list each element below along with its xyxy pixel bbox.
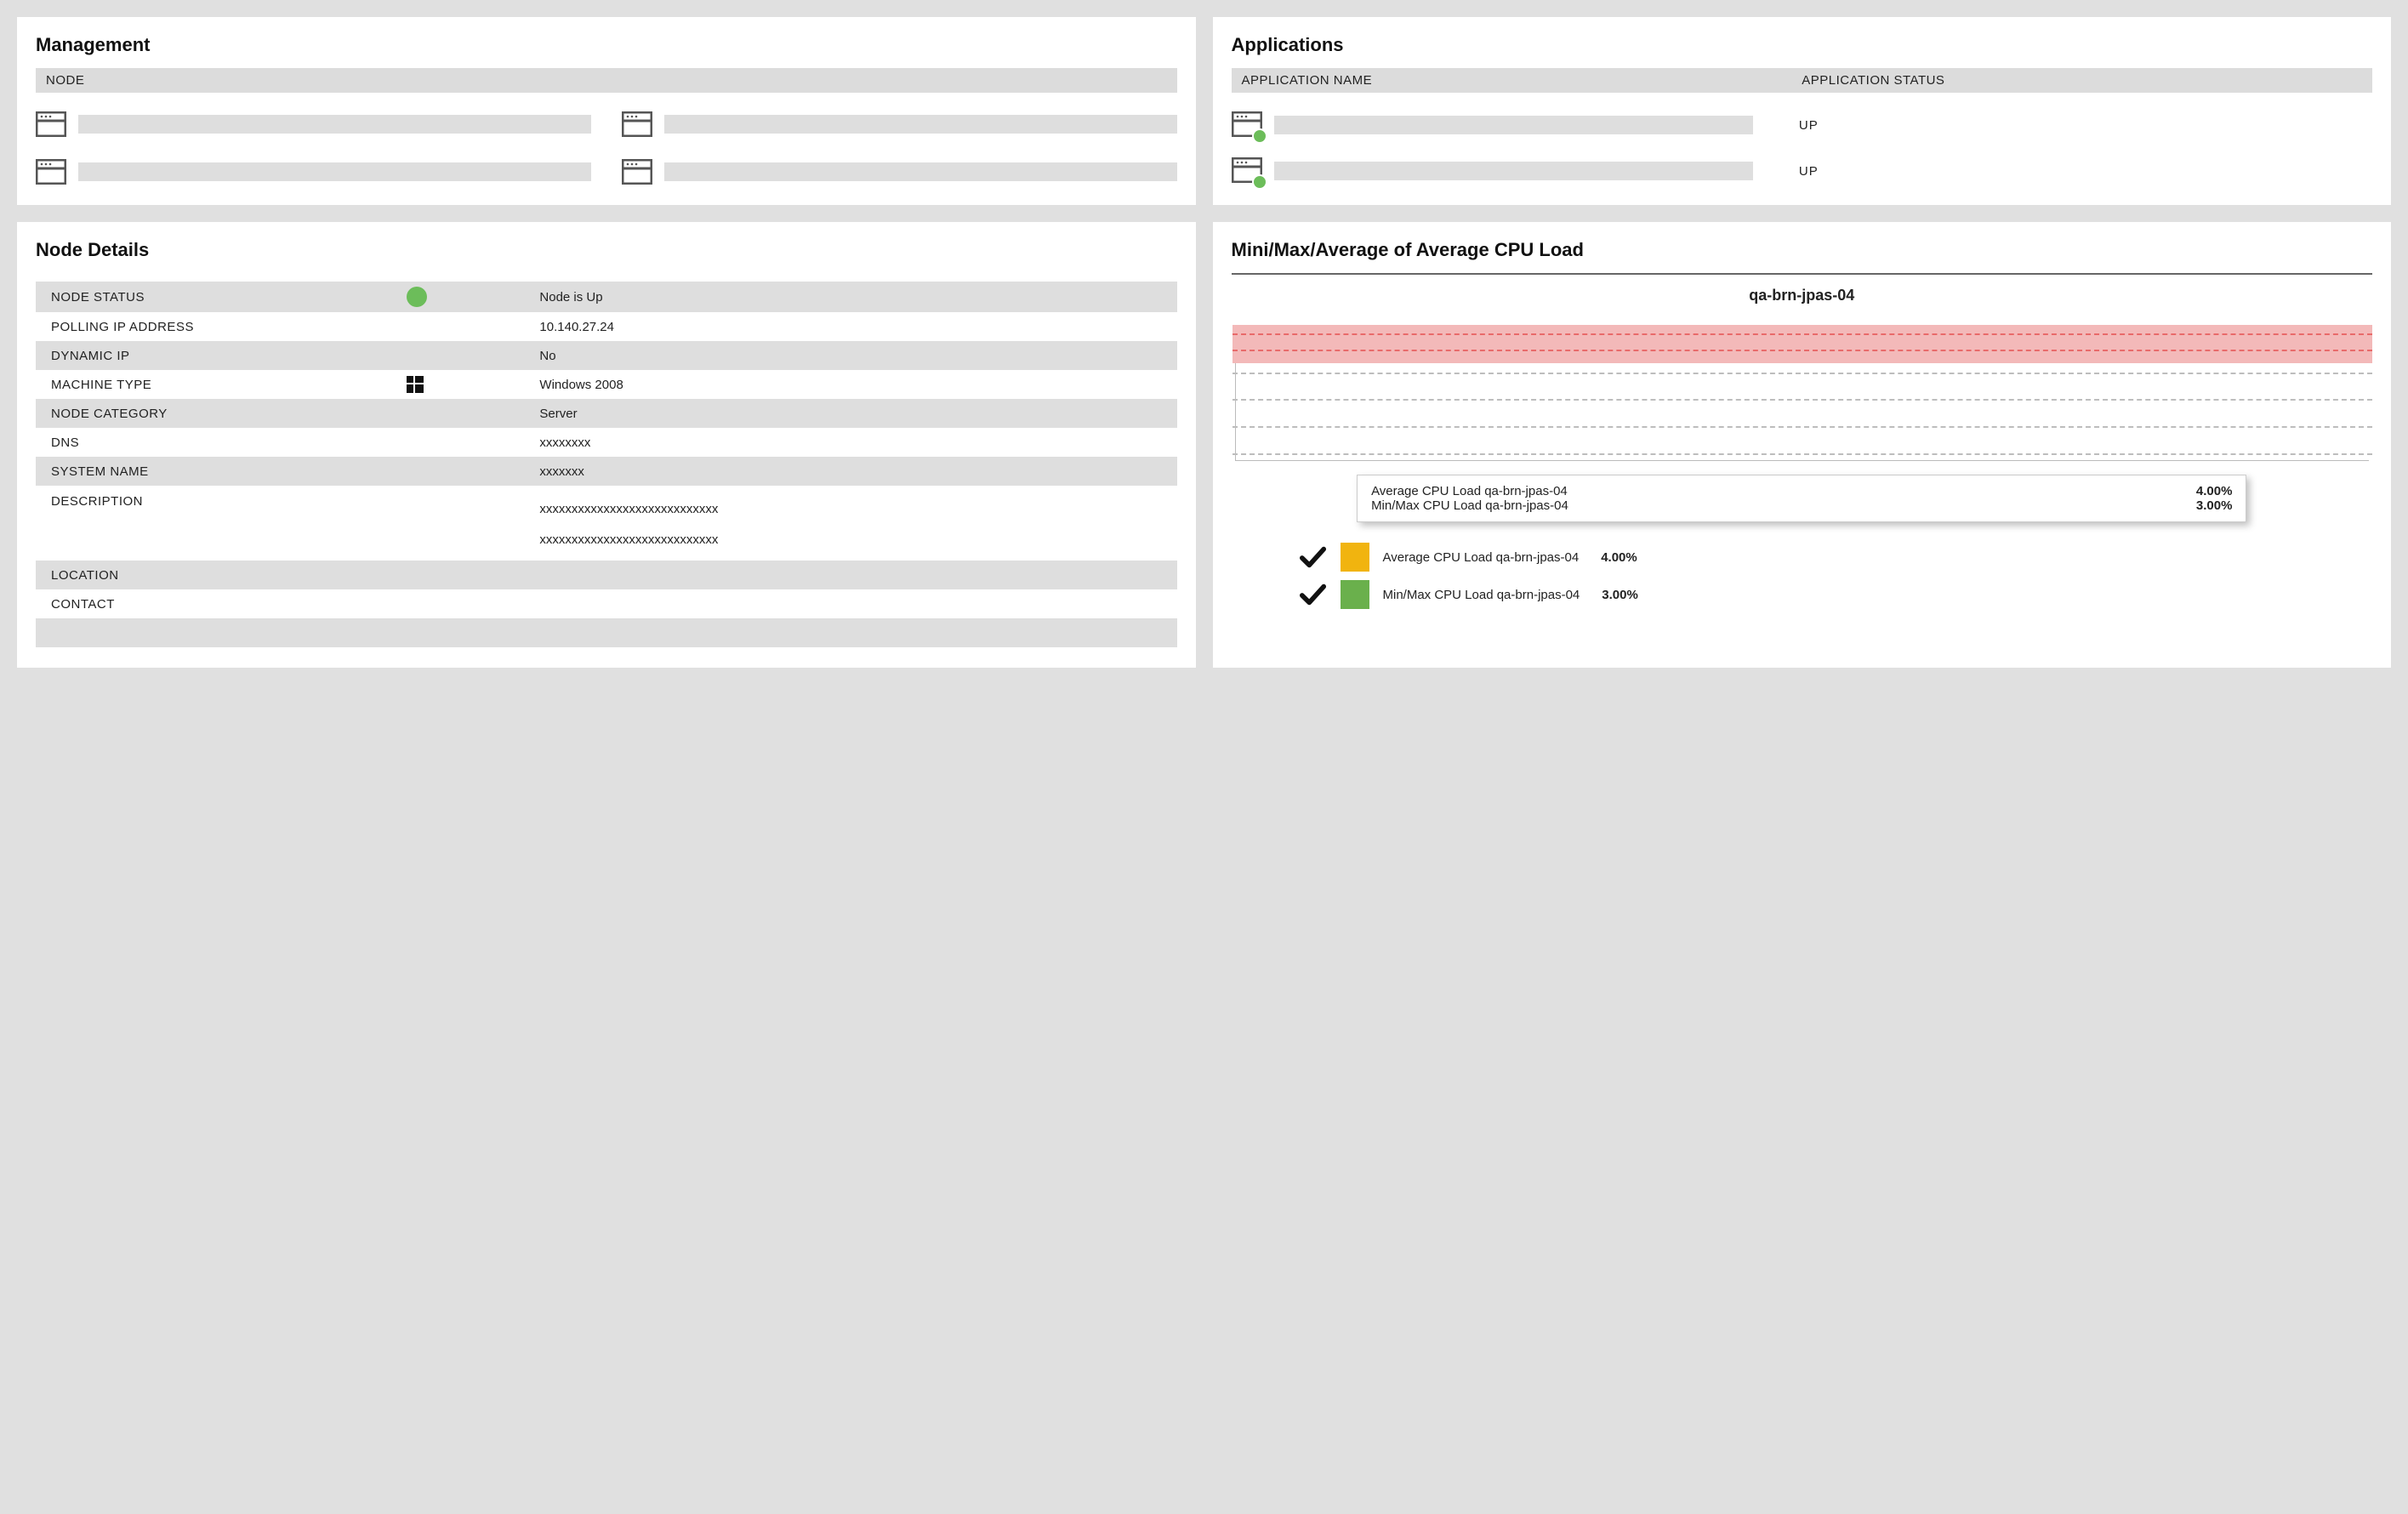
- applications-col-status: APPLICATION STATUS: [1802, 73, 2362, 88]
- status-dot-icon: [407, 287, 427, 307]
- detail-label: DNS: [51, 435, 407, 450]
- description-line: xxxxxxxxxxxxxxxxxxxxxxxxxxxx: [539, 525, 1161, 555]
- legend-swatch: [1341, 580, 1369, 609]
- application-icon: [1232, 157, 1262, 185]
- application-name-placeholder: [1274, 162, 1753, 180]
- detail-row-status: NODE STATUS Node is Up: [36, 282, 1177, 312]
- detail-label: SYSTEM NAME: [51, 464, 407, 479]
- cpu-subtitle: qa-brn-jpas-04: [1232, 287, 2373, 305]
- detail-value: No: [539, 349, 1161, 363]
- detail-row-blank: [36, 618, 1177, 647]
- tooltip-value: 4.00%: [2196, 484, 2233, 498]
- detail-label: NODE CATEGORY: [51, 407, 407, 421]
- detail-label: NODE STATUS: [51, 290, 407, 305]
- check-icon: [1300, 545, 1327, 569]
- node-details-panel: Node Details NODE STATUS Node is Up POLL…: [17, 222, 1196, 668]
- node-details-title: Node Details: [36, 239, 1177, 261]
- node-name-placeholder: [664, 162, 1177, 181]
- management-title: Management: [36, 34, 1177, 56]
- status-dot-icon: [1252, 174, 1267, 190]
- application-row[interactable]: UP: [1232, 157, 2373, 185]
- divider: [1232, 273, 2373, 275]
- detail-label: POLLING IP ADDRESS: [51, 320, 407, 334]
- management-header: NODE: [36, 68, 1177, 93]
- legend-value: 3.00%: [1602, 588, 1638, 602]
- node-name-placeholder: [664, 115, 1177, 134]
- detail-row-dns: DNS xxxxxxxx: [36, 428, 1177, 457]
- detail-value: Node is Up: [539, 290, 1161, 305]
- legend-value: 4.00%: [1601, 550, 1637, 565]
- detail-value: Server: [539, 407, 1161, 421]
- check-icon: [1300, 583, 1327, 606]
- detail-row-description: DESCRIPTION xxxxxxxxxxxxxxxxxxxxxxxxxxxx…: [36, 486, 1177, 561]
- application-name-placeholder: [1274, 116, 1753, 134]
- cpu-chart[interactable]: [1235, 325, 2370, 461]
- application-status: UP: [1799, 164, 1819, 179]
- detail-label: DYNAMIC IP: [51, 349, 407, 363]
- detail-row-category: NODE CATEGORY Server: [36, 399, 1177, 428]
- detail-row-dynamic: DYNAMIC IP No: [36, 341, 1177, 370]
- detail-label: MACHINE TYPE: [51, 378, 407, 392]
- windows-icon: [407, 376, 424, 393]
- legend-row[interactable]: Average CPU Load qa-brn-jpas-04 4.00%: [1300, 543, 2373, 572]
- application-row[interactable]: UP: [1232, 111, 2373, 139]
- node-item[interactable]: [36, 159, 591, 185]
- detail-row-location: LOCATION: [36, 561, 1177, 589]
- window-icon: [622, 159, 652, 185]
- applications-header: APPLICATION NAME APPLICATION STATUS: [1232, 68, 2373, 93]
- tooltip-value: 3.00%: [2196, 498, 2233, 513]
- applications-title: Applications: [1232, 34, 2373, 56]
- detail-label: LOCATION: [51, 568, 407, 583]
- detail-label: DESCRIPTION: [51, 494, 407, 509]
- window-icon: [622, 111, 652, 137]
- detail-value: 10.140.27.24: [539, 320, 1161, 334]
- chart-tooltip: Average CPU Load qa-brn-jpas-04 4.00% Min/…: [1357, 475, 2246, 522]
- applications-panel: Applications APPLICATION NAME APPLICATIO…: [1213, 17, 2392, 205]
- tooltip-label: Average CPU Load qa-brn-jpas-04: [1371, 484, 1568, 498]
- legend-swatch: [1341, 543, 1369, 572]
- node-item[interactable]: [622, 159, 1177, 185]
- application-status: UP: [1799, 118, 1819, 133]
- detail-row-contact: CONTACT: [36, 589, 1177, 618]
- window-icon: [36, 159, 66, 185]
- management-panel: Management NODE: [17, 17, 1196, 205]
- legend-label: Min/Max CPU Load qa-brn-jpas-04: [1383, 588, 1580, 602]
- cpu-title: Mini/Max/Average of Average CPU Load: [1232, 239, 2373, 261]
- detail-row-polling: POLLING IP ADDRESS 10.140.27.24: [36, 312, 1177, 341]
- application-icon: [1232, 111, 1262, 139]
- detail-value: Windows 2008: [539, 378, 1161, 392]
- node-item[interactable]: [36, 111, 591, 137]
- window-icon: [36, 111, 66, 137]
- detail-value: xxxxxxxx: [539, 435, 1161, 450]
- cpu-panel: Mini/Max/Average of Average CPU Load qa-…: [1213, 222, 2392, 668]
- applications-col-name: APPLICATION NAME: [1242, 73, 1802, 88]
- management-col-node: NODE: [46, 73, 1167, 88]
- node-name-placeholder: [78, 162, 591, 181]
- detail-value: xxxxxxxxxxxxxxxxxxxxxxxxxxxx xxxxxxxxxxx…: [539, 494, 1161, 555]
- legend-label: Average CPU Load qa-brn-jpas-04: [1383, 550, 1580, 565]
- legend-row[interactable]: Min/Max CPU Load qa-brn-jpas-04 3.00%: [1300, 580, 2373, 609]
- description-line: xxxxxxxxxxxxxxxxxxxxxxxxxxxx: [539, 494, 1161, 525]
- detail-row-machine: MACHINE TYPE Windows 2008: [36, 370, 1177, 399]
- status-dot-icon: [1252, 128, 1267, 144]
- tooltip-label: Min/Max CPU Load qa-brn-jpas-04: [1371, 498, 1568, 513]
- detail-row-sysname: SYSTEM NAME xxxxxxx: [36, 457, 1177, 486]
- node-item[interactable]: [622, 111, 1177, 137]
- node-name-placeholder: [78, 115, 591, 134]
- detail-label: CONTACT: [51, 597, 407, 612]
- detail-value: xxxxxxx: [539, 464, 1161, 479]
